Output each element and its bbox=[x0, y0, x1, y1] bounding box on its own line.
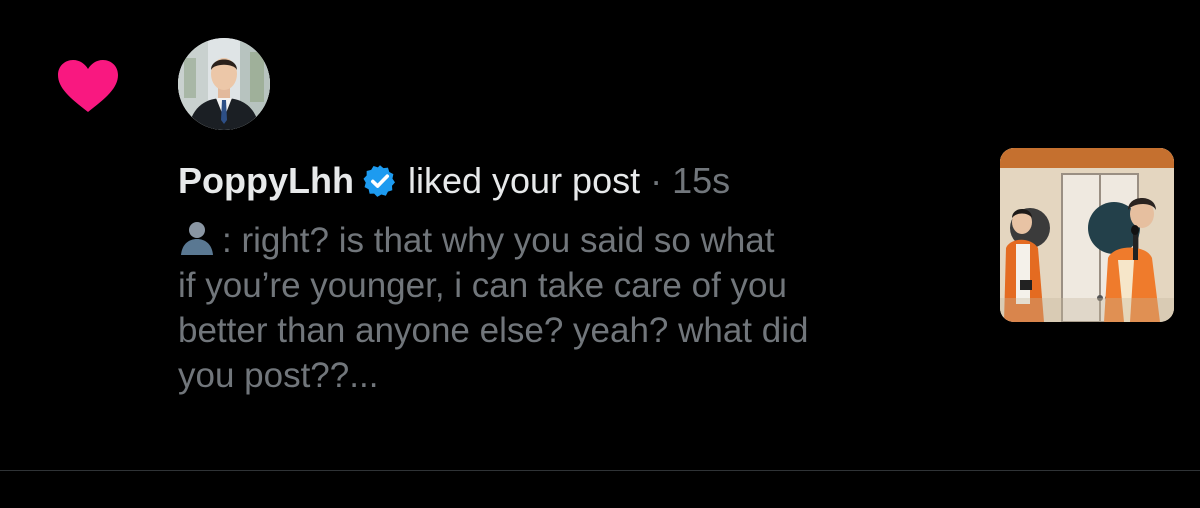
separator-dot: · bbox=[650, 160, 663, 201]
notification-header: PoppyLhh liked your post · 15s bbox=[178, 158, 978, 204]
timestamp[interactable]: 15s bbox=[672, 158, 730, 204]
bust-silhouette-icon bbox=[181, 222, 213, 255]
heart-icon bbox=[58, 60, 118, 112]
username-link[interactable]: PoppyLhh bbox=[178, 158, 354, 204]
avatar[interactable] bbox=[178, 38, 270, 130]
like-notification[interactable]: PoppyLhh liked your post · 15s : right? … bbox=[0, 0, 1200, 470]
post-thumbnail[interactable] bbox=[1000, 148, 1174, 322]
action-text: liked your post bbox=[407, 160, 641, 201]
post-preview-body: : right? is that why you said so what if… bbox=[178, 221, 809, 395]
notification-content: PoppyLhh liked your post · 15s : right? … bbox=[178, 158, 978, 398]
divider bbox=[0, 470, 1200, 471]
verified-badge-icon bbox=[363, 165, 395, 197]
post-preview-text[interactable]: : right? is that why you said so what if… bbox=[178, 218, 968, 398]
